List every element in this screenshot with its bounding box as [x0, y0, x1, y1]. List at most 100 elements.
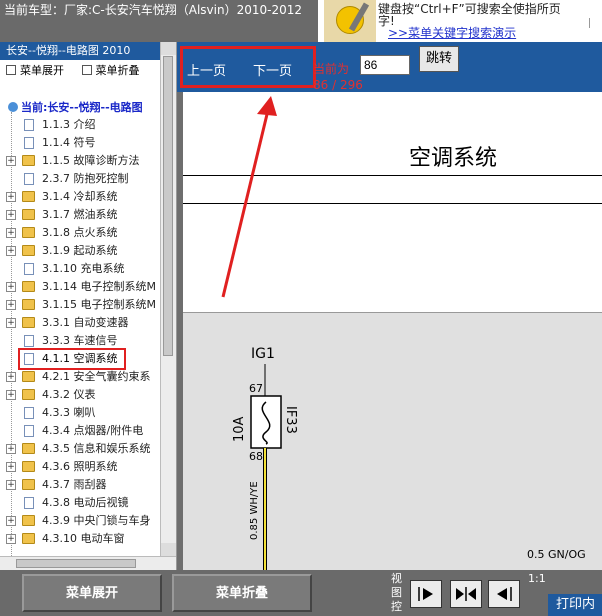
tree-item[interactable]: +4.3.6 照明系统 — [0, 458, 160, 476]
go-button[interactable]: 跳转 — [419, 46, 459, 72]
tree-item-label: 1.1.4 符号 — [42, 136, 96, 149]
tree-item-label: 4.3.10 电动车窗 — [42, 532, 125, 545]
search-tip-banner: 键盘按“Ctrl+F”可搜索全使指所页 字! >>菜单关键字搜索演示 — [318, 0, 602, 42]
actual-size-button[interactable] — [488, 580, 520, 608]
scroll-down-arrow-icon[interactable] — [161, 543, 176, 556]
car-info-bar: 当前车型：厂家:C-长安汽车悦翔（Alsvin）2010-2012 — [0, 0, 318, 42]
arrows-inward-icon — [456, 587, 476, 601]
scrollbar-thumb[interactable] — [163, 56, 173, 356]
tree-item-label: 1.1.5 故障诊断方法 — [42, 154, 140, 167]
expand-menu-button[interactable]: 菜单展开 — [22, 574, 162, 612]
expand-toggle-icon[interactable]: + — [6, 534, 16, 544]
fuse-label: IF33 — [283, 406, 298, 434]
collapse-menu-button[interactable]: 菜单折叠 — [172, 574, 312, 612]
sidebar-vertical-scrollbar[interactable] — [160, 42, 176, 556]
tree-item[interactable]: +4.3.2 仪表 — [0, 386, 160, 404]
document-title: 空调系统 — [409, 146, 498, 171]
collapse-all-link[interactable]: 菜单折叠 — [81, 64, 140, 77]
tree-item-label: 4.3.9 中央门锁与车身 — [42, 514, 151, 527]
folder-icon — [22, 461, 35, 472]
tree-item[interactable]: +3.1.14 电子控制系统M — [0, 278, 160, 296]
expand-toggle-icon[interactable]: + — [6, 192, 16, 202]
folder-icon — [22, 371, 35, 382]
view-control-label: 视图控 — [391, 572, 402, 613]
expand-toggle-icon[interactable]: + — [6, 300, 16, 310]
expand-toggle-icon[interactable]: + — [6, 246, 16, 256]
expand-toggle-icon[interactable]: + — [6, 210, 16, 220]
fit-width-button[interactable] — [450, 580, 482, 608]
tree-item[interactable]: +3.1.4 冷却系统 — [0, 188, 160, 206]
expand-toggle-icon[interactable]: + — [6, 228, 16, 238]
folder-icon — [22, 443, 35, 454]
tree-item[interactable]: +4.3.9 中央门锁与车身 — [0, 512, 160, 530]
folder-icon — [22, 227, 35, 238]
expand-toggle-icon[interactable]: + — [6, 318, 16, 328]
tree-item-label: 4.3.5 信息和娱乐系统 — [42, 442, 151, 455]
fit-page-button[interactable] — [410, 580, 442, 608]
expand-toggle-icon[interactable]: + — [6, 282, 16, 292]
expand-toggle-icon[interactable]: + — [6, 390, 16, 400]
document-icon — [24, 407, 34, 419]
tree: 1.1.3 介绍 1.1.4 符号 +1.1.5 故障诊断方法 2.3.7 防抱死控制… — [0, 116, 160, 548]
mascot-icon — [324, 0, 376, 42]
tree-item-label: 3.1.8 点火系统 — [42, 226, 118, 239]
collapse-icon — [81, 65, 92, 75]
fuse-box — [250, 395, 282, 449]
tree-item[interactable]: +3.1.7 燃油系统 — [0, 206, 160, 224]
print-button[interactable]: 打印内 — [548, 594, 602, 616]
tree-item[interactable]: 2.3.7 防抱死控制 — [0, 170, 160, 188]
tree-item[interactable]: +4.3.10 电动车窗 — [0, 530, 160, 548]
tree-item-label: 4.3.6 照明系统 — [42, 460, 118, 473]
bottom-toolbar: 菜单展开 菜单折叠 视图控 1:1 打印内 — [0, 570, 602, 616]
selected-item-highlight — [18, 348, 126, 370]
page-number-input[interactable] — [360, 55, 410, 75]
expand-toggle-icon[interactable]: + — [6, 480, 16, 490]
tree-item[interactable]: 4.3.8 电动后视镜 — [0, 494, 160, 512]
folder-icon — [22, 533, 35, 544]
scroll-up-arrow-icon[interactable] — [161, 42, 176, 55]
tree-item[interactable]: 1.1.3 介绍 — [0, 116, 160, 134]
expand-toggle-icon[interactable]: + — [6, 156, 16, 166]
tree-item[interactable]: 1.1.4 符号 — [0, 134, 160, 152]
tree-item[interactable]: +4.2.1 安全气囊约束系 — [0, 368, 160, 386]
horizontal-scrollbar-thumb[interactable] — [16, 559, 136, 568]
page-count: 86 / 296 — [313, 78, 363, 92]
arrow-right-bar-icon — [418, 587, 433, 601]
zoom-level: 1:1 — [528, 572, 546, 585]
tree-item[interactable]: +3.1.9 起动系统 — [0, 242, 160, 260]
document-icon — [24, 263, 34, 275]
tree-item-label: 4.3.3 喇叭 — [42, 406, 96, 419]
tree-item[interactable]: +4.3.7 雨刮器 — [0, 476, 160, 494]
tree-item[interactable]: +1.1.5 故障诊断方法 — [0, 152, 160, 170]
wire-spec-label: 0.5 GN/OG — [527, 548, 586, 561]
folder-icon — [22, 245, 35, 256]
tree-item[interactable]: 3.1.10 充电系统 — [0, 260, 160, 278]
tree-item[interactable]: +3.1.8 点火系统 — [0, 224, 160, 242]
tree-item[interactable]: +3.1.15 电子控制系统M — [0, 296, 160, 314]
arrow-head — [257, 96, 277, 116]
tree-item-label: 3.1.15 电子控制系统M — [42, 298, 156, 311]
expand-toggle-icon[interactable]: + — [6, 462, 16, 472]
tree-item[interactable]: 4.3.4 点烟器/附件电 — [0, 422, 160, 440]
tree-item-label: 3.1.9 起动系统 — [42, 244, 118, 257]
tree-item[interactable]: +4.3.5 信息和娱乐系统 — [0, 440, 160, 458]
sidebar-horizontal-scrollbar[interactable] — [0, 556, 176, 571]
tree-item-label: 3.3.1 自动变速器 — [42, 316, 129, 329]
search-demo-link[interactable]: >>菜单关键字搜索演示 — [388, 24, 516, 41]
tree-item-label: 4.3.2 仪表 — [42, 388, 96, 401]
tree-root[interactable]: 当前:长安--悦翔--电路图 — [0, 100, 143, 116]
expand-toggle-icon[interactable]: + — [6, 444, 16, 454]
expand-toggle-icon[interactable]: + — [6, 516, 16, 526]
ig-label: IG1 — [251, 346, 275, 362]
tree-item[interactable]: 4.3.3 喇叭 — [0, 404, 160, 422]
tree-item-label: 3.1.4 冷却系统 — [42, 190, 118, 203]
current-page-label: 当前为 — [313, 62, 350, 76]
expand-toggle-icon[interactable]: + — [6, 372, 16, 382]
expand-all-link[interactable]: 菜单展开 — [6, 64, 64, 77]
folder-icon — [22, 209, 35, 220]
tree-item-label: 4.3.7 雨刮器 — [42, 478, 107, 491]
tree-item[interactable]: +3.3.1 自动变速器 — [0, 314, 160, 332]
folder-icon — [22, 317, 35, 328]
banner-divider — [589, 18, 596, 28]
pin-top-label: 67 — [249, 382, 263, 395]
